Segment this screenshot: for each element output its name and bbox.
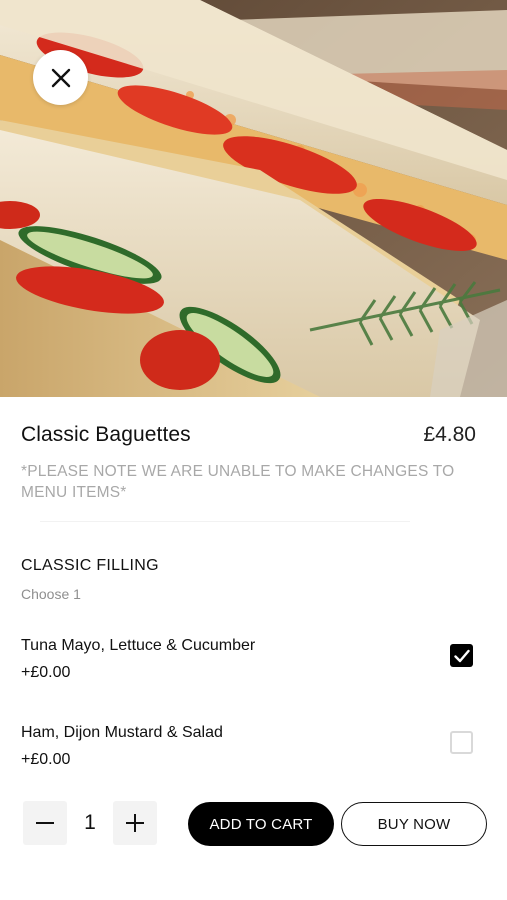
- section-title: CLASSIC FILLING: [21, 557, 159, 574]
- plus-icon: [126, 814, 144, 832]
- checkmark-icon: [453, 649, 470, 662]
- minus-icon: [36, 822, 54, 824]
- option-price: +£0.00: [21, 664, 71, 681]
- option-ham-dijon[interactable]: Ham, Dijon Mustard & Salad +£0.00: [0, 724, 507, 784]
- option-name: Ham, Dijon Mustard & Salad: [21, 724, 223, 741]
- close-icon: [51, 68, 70, 87]
- option-tuna-mayo[interactable]: Tuna Mayo, Lettuce & Cucumber +£0.00: [0, 637, 507, 697]
- product-price: £4.80: [423, 423, 476, 446]
- option-checkbox-unchecked[interactable]: [450, 731, 473, 754]
- option-name: Tuna Mayo, Lettuce & Cucumber: [21, 637, 256, 654]
- option-checkbox-checked[interactable]: [450, 644, 473, 667]
- product-title: Classic Baguettes: [21, 423, 191, 446]
- section-subtitle: Choose 1: [21, 586, 81, 602]
- title-row: Classic Baguettes £4.80: [21, 423, 476, 447]
- close-button[interactable]: [33, 50, 88, 105]
- decrement-button[interactable]: [23, 801, 67, 845]
- increment-button[interactable]: [113, 801, 157, 845]
- option-price: +£0.00: [21, 751, 71, 768]
- buy-now-button[interactable]: BUY NOW: [341, 802, 487, 846]
- product-image: [0, 0, 507, 397]
- add-to-cart-button[interactable]: ADD TO CART: [188, 802, 334, 846]
- cart-action-bar: 1 ADD TO CART BUY NOW: [0, 801, 507, 847]
- quantity-value: 1: [84, 811, 96, 834]
- product-note: *PLEASE NOTE WE ARE UNABLE TO MAKE CHANG…: [21, 463, 455, 501]
- divider: [40, 521, 410, 522]
